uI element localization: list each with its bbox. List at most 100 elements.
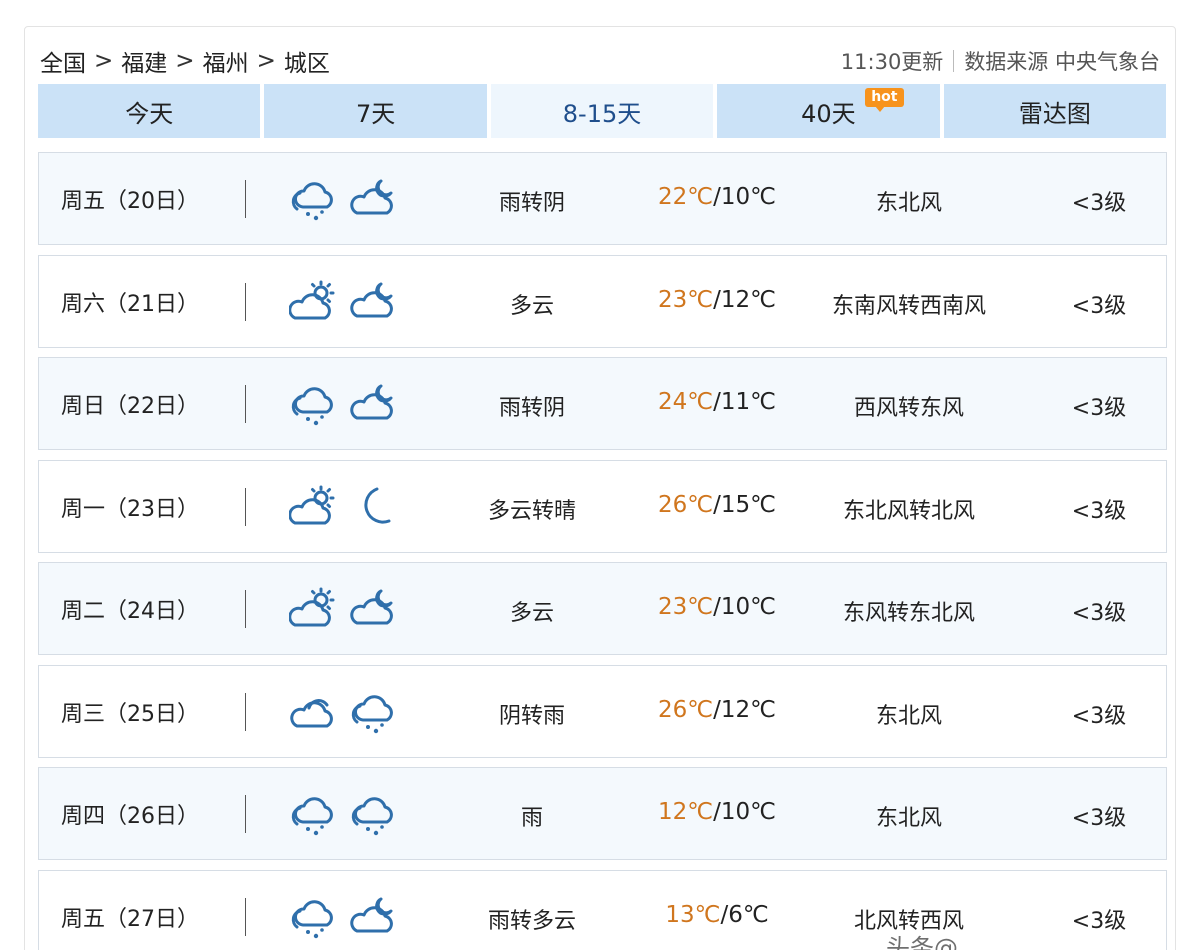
forecast-row: 周五（20日） 雨转阴 22℃/10℃ 东北风 <3级 [38, 152, 1167, 245]
breadcrumb-item-province[interactable]: 福建 [121, 44, 167, 78]
breadcrumb-item-district: 城区 [283, 51, 330, 77]
breadcrumb-item-country[interactable]: 全国 [40, 44, 86, 78]
cloud-icon [290, 698, 333, 727]
forecast-row: 周二（24日） 多云 23℃/10℃ 东风转东北风 <3级 [38, 562, 1167, 655]
cloud-moon-icon [350, 589, 393, 625]
cloud-moon-icon [350, 282, 393, 317]
breadcrumb-item-city[interactable]: 福州 [203, 44, 249, 78]
meta-divider [953, 50, 955, 72]
cloud-moon-icon [350, 384, 393, 420]
rain-cloud-icon [291, 182, 333, 221]
weather-condition: 多云转晴 [487, 498, 576, 524]
wind-direction: 东风转东北风 [842, 601, 975, 626]
wind-level: <3级 [1071, 703, 1127, 729]
tab-label: 7天 [355, 99, 396, 128]
high-temp: 26℃ [658, 491, 714, 518]
breadcrumb-separator: > [94, 48, 114, 74]
temperature-range: 26℃/12℃ [658, 696, 776, 723]
high-temp: 22℃ [658, 184, 714, 210]
forecast-date: 周一（23日） [61, 496, 199, 522]
temperature-range: 23℃/10℃ [658, 594, 776, 620]
low-temp: 10℃ [720, 184, 776, 210]
tab-label: 今天 [125, 99, 174, 128]
rain-cloud-icon [291, 387, 333, 426]
tab-label: 雷达图 [1018, 99, 1091, 128]
forecast-date: 周日（22日） [61, 394, 199, 419]
high-temp: 12℃ [658, 799, 714, 825]
high-temp: 23℃ [658, 594, 714, 620]
wind-direction: 东北风 [875, 806, 942, 831]
forecast-date: 周四（26日） [61, 804, 199, 829]
weather-condition: 雨转多云 [487, 908, 576, 934]
forecast-row: 周一（23日） 多云转晴 26℃/15℃ 东北风转北风 <3级 [38, 459, 1167, 553]
sun-cloud-icon [289, 587, 335, 627]
high-temp: 24℃ [658, 389, 714, 415]
low-temp: 10℃ [720, 799, 776, 825]
weather-condition: 雨转阴 [498, 191, 565, 216]
wind-level: <3级 [1071, 396, 1127, 421]
breadcrumb-separator: > [175, 48, 195, 74]
wind-level: <3级 [1071, 601, 1127, 626]
low-temp: 15℃ [720, 491, 776, 518]
column-divider [245, 180, 246, 218]
cloud-moon-icon [350, 179, 393, 215]
weather-condition: 阴转雨 [498, 703, 565, 729]
forecast-row: 周日（22日） 雨转阴 24℃/11℃ 西风转东风 <3级 [38, 357, 1167, 450]
wind-level: <3级 [1071, 191, 1127, 216]
column-divider [245, 692, 246, 731]
sun-cloud-icon [289, 485, 335, 524]
forecast-row: 周三（25日） 阴转雨 26℃/12℃ 东北风 <3级 [38, 664, 1167, 758]
forecast-tabs: 今天 7天 8-15天 40天 hot 雷达图 [38, 84, 1167, 138]
column-divider [245, 487, 246, 526]
wind-level: <3级 [1071, 498, 1127, 524]
moon-icon [364, 487, 391, 524]
forecast-date: 周二（24日） [61, 599, 199, 624]
update-meta: 11:30更新 数据来源 中央气象台 [841, 46, 1160, 76]
forecast-date: 周五（20日） [61, 189, 199, 214]
rain-cloud-icon [291, 899, 333, 938]
temperature-range: 23℃/12℃ [658, 286, 776, 313]
rain-cloud-icon [351, 694, 393, 733]
wind-direction: 东北风转北风 [842, 498, 975, 524]
tab-label: 8-15天 [562, 99, 642, 128]
tab-8-15-days[interactable]: 8-15天 [490, 84, 714, 138]
high-temp: 23℃ [658, 286, 714, 313]
low-temp: 11℃ [720, 389, 776, 415]
forecast-date: 周三（25日） [61, 701, 199, 727]
breadcrumb-separator: > [256, 48, 276, 74]
tab-7-days[interactable]: 7天 [264, 84, 487, 138]
forecast-row: 周五（27日） 雨转多云 13℃/6℃ 北风转西风 <3级 [38, 869, 1167, 950]
update-time: 11:30更新 [840, 50, 944, 74]
rain-cloud-icon [291, 797, 333, 836]
weather-condition: 雨转阴 [498, 396, 565, 421]
watermark: 头条@ [886, 934, 958, 950]
tab-radar[interactable]: 雷达图 [943, 84, 1167, 138]
low-temp: 6℃ [728, 901, 769, 928]
column-divider [245, 795, 246, 833]
wind-direction: 西风转东风 [853, 396, 964, 421]
column-divider [245, 385, 246, 423]
wind-direction: 东南风转西南风 [831, 293, 986, 319]
rain-cloud-icon [351, 797, 393, 836]
low-temp: 10℃ [720, 594, 776, 620]
breadcrumb: 全国 > 福建 > 福州 > 城区 [40, 44, 330, 78]
low-temp: 12℃ [720, 696, 776, 723]
high-temp: 13℃ [665, 901, 721, 928]
wind-level: <3级 [1071, 908, 1127, 934]
header-bar: 全国 > 福建 > 福州 > 城区 11:30更新 数据来源 中央气象台 [40, 44, 1160, 80]
forecast-row: 周六（21日） 多云 23℃/12℃ 东南风转西南风 <3级 [38, 254, 1167, 348]
tab-today[interactable]: 今天 [38, 84, 261, 138]
high-temp: 26℃ [658, 696, 714, 723]
low-temp: 12℃ [720, 286, 776, 313]
weather-condition: 多云 [509, 601, 554, 626]
sun-cloud-icon [289, 280, 335, 319]
wind-level: <3级 [1071, 806, 1127, 831]
temperature-range: 22℃/10℃ [658, 184, 776, 210]
temperature-range: 26℃/15℃ [658, 491, 776, 518]
weather-condition: 雨 [520, 806, 543, 831]
tab-40-days[interactable]: 40天 hot [717, 84, 940, 138]
temperature-range: 13℃/6℃ [665, 901, 769, 928]
wind-level: <3级 [1071, 293, 1127, 319]
forecast-list: 周五（20日） 雨转阴 22℃/10℃ 东北风 <3级 周六（21日） 多云 23℃/12℃ 东… [38, 152, 1167, 950]
data-source: 数据来源 中央气象台 [964, 50, 1160, 74]
